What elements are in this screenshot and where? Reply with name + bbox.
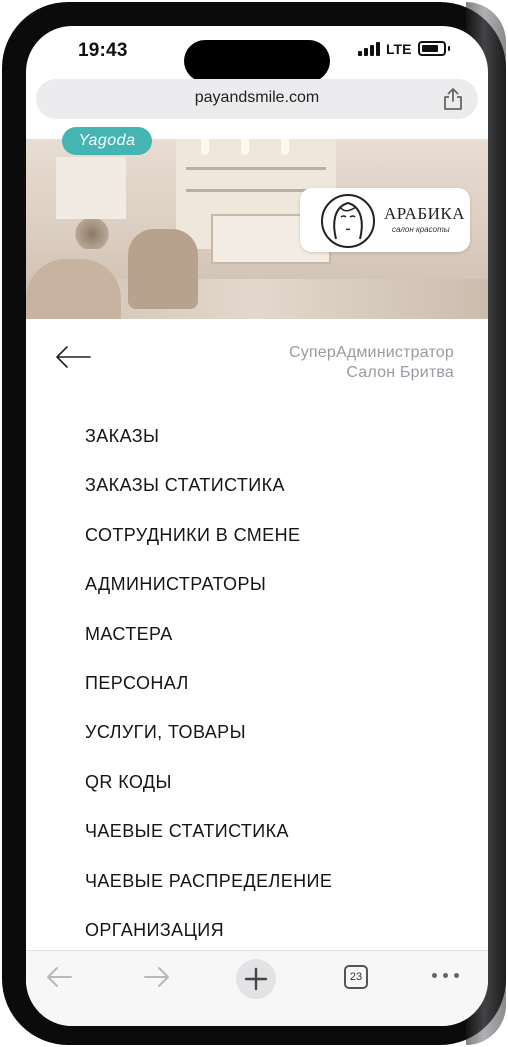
share-icon[interactable]	[442, 87, 464, 111]
user-role: СуперАдминистратор	[288, 344, 454, 361]
network-type: LTE	[386, 41, 412, 57]
chevron-left-icon[interactable]	[44, 963, 74, 991]
status-time: 19:43	[78, 40, 128, 61]
menu-item-personnel[interactable]: ПЕРСОНАЛ	[85, 672, 465, 721]
signal-icon	[358, 42, 380, 56]
battery-icon	[418, 41, 446, 56]
status-bar: 19:43 LTE	[26, 26, 488, 82]
salon-logo-name: АРАБИКА	[384, 204, 465, 223]
dynamic-island	[184, 40, 330, 82]
main-menu: ЗАКАЗЫ ЗАКАЗЫ СТАТИСТИКА СОТРУДНИКИ В СМ…	[85, 425, 465, 968]
menu-item-tips-statistics[interactable]: ЧАЕВЫЕ СТАТИСТИКА	[85, 820, 465, 869]
menu-item-staff-on-shift[interactable]: СОТРУДНИКИ В СМЕНЕ	[85, 524, 465, 573]
menu-item-masters[interactable]: МАСТЕРА	[85, 623, 465, 672]
banner-artwork	[56, 157, 126, 219]
banner-plant	[74, 219, 110, 249]
menu-item-administrators[interactable]: АДМИНИСТРАТОРЫ	[85, 573, 465, 622]
banner-lamp	[241, 139, 249, 155]
banner-lamp	[201, 139, 209, 155]
url-text: payandsmile.com	[194, 89, 320, 106]
plus-icon	[244, 967, 268, 991]
new-tab-button[interactable]	[236, 959, 276, 999]
menu-item-orders[interactable]: ЗАКАЗЫ	[85, 425, 465, 474]
menu-item-services-goods[interactable]: УСЛУГИ, ТОВАРЫ	[85, 721, 465, 770]
arrow-left-icon[interactable]	[54, 344, 92, 370]
banner-chair	[128, 229, 198, 309]
battery-tip	[448, 46, 450, 51]
menu-item-orders-statistics[interactable]: ЗАКАЗЫ СТАТИСТИКА	[85, 474, 465, 523]
brand-badge: Yagoda	[62, 127, 152, 155]
salon-name: Салон Бритва	[346, 364, 454, 381]
salon-logo-subtitle: салон красоты	[392, 225, 450, 234]
salon-logo-card: АРАБИКА салон красоты	[300, 188, 470, 252]
salon-logo-icon	[321, 194, 375, 248]
menu-item-qr-codes[interactable]: QR КОДЫ	[85, 771, 465, 820]
phone-frame: 19:43 LTE payandsmile.com Yagoda АРАБИКА…	[2, 2, 506, 1045]
more-dots-icon[interactable]	[432, 973, 460, 979]
menu-item-tips-distribution[interactable]: ЧАЕВЫЕ РАСПРЕДЕЛЕНИЕ	[85, 870, 465, 919]
banner-shelf	[186, 167, 326, 170]
banner-chair	[26, 259, 121, 319]
chevron-right-icon[interactable]	[142, 963, 172, 991]
screen: 19:43 LTE payandsmile.com Yagoda АРАБИКА…	[26, 26, 488, 1026]
banner-lamp	[281, 139, 289, 155]
browser-toolbar: 23	[26, 950, 488, 1026]
tabs-icon[interactable]: 23	[344, 965, 368, 989]
address-bar[interactable]: payandsmile.com	[36, 79, 478, 119]
